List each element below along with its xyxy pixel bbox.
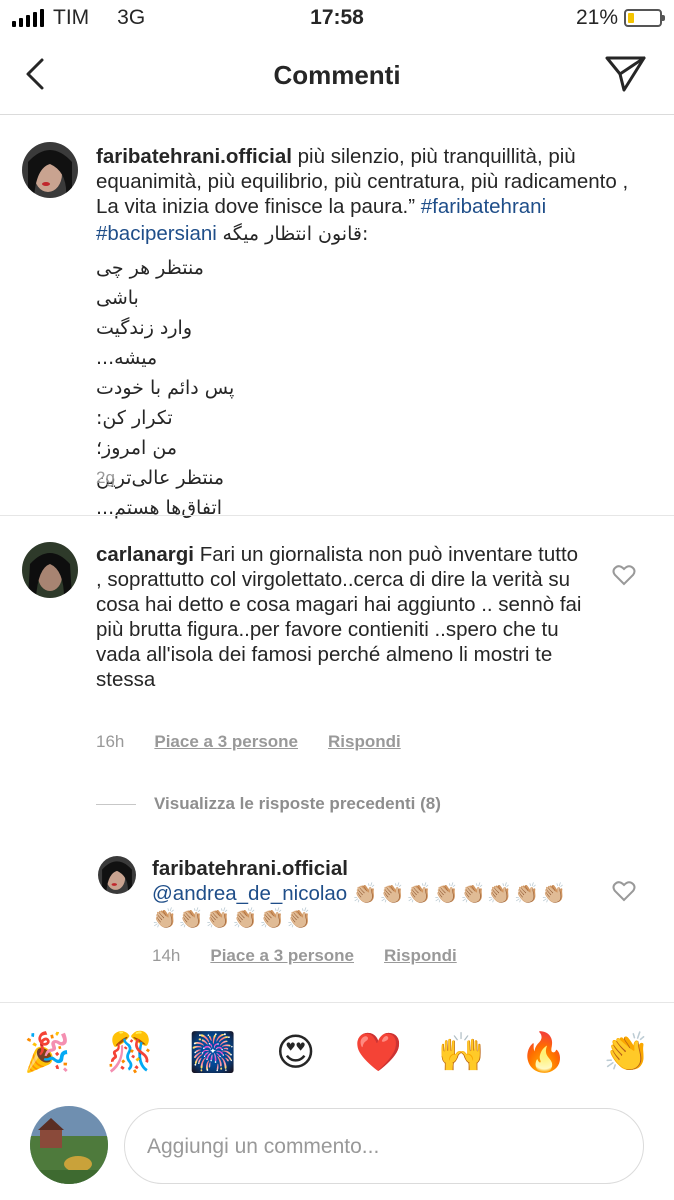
caption-fa-line: منتظر عالی‌ترین [96,467,225,489]
comment-item: carlanargi Fari un giornalista non può i… [0,516,674,776]
likes-link[interactable]: Piace a 3 persone [210,946,354,966]
divider-line [96,803,136,805]
emoji-button[interactable]: ❤️ [348,1030,408,1075]
share-button[interactable] [604,54,648,94]
emoji-button[interactable]: 🙌 [431,1030,491,1075]
caption-username[interactable]: faribatehrani.official [96,145,292,168]
clock: 17:58 [310,6,364,29]
reply-item: faribatehrani.official @andrea_de_nicola… [0,846,674,976]
reply-username[interactable]: faribatehrani.official [152,856,582,881]
battery-level-fill [628,13,635,23]
emoji-button[interactable]: 🎊 [100,1030,160,1075]
battery-percent: 21% [575,6,618,29]
comment-input[interactable]: Aggiungi un commento... [124,1108,644,1184]
avatar[interactable] [98,856,136,894]
profile-photo-icon [98,856,136,894]
reply-button[interactable]: Rispondi [328,732,401,752]
emoji-button[interactable]: 🎆 [183,1030,243,1075]
avatar[interactable] [22,142,78,198]
divider [0,1002,674,1003]
caption-fa-line: پس دائم با خودت تکرار کن: [96,377,235,429]
heart-icon[interactable] [612,564,636,586]
emoji-button[interactable]: 😍 [266,1030,326,1074]
emoji-button[interactable]: 🎉 [17,1030,77,1075]
emoji-button[interactable]: 🔥 [514,1030,574,1075]
caption-fa-line: وارد زندگیت میشه... [96,317,193,369]
comment-composer: Aggiungi un commento... [0,1102,674,1192]
hashtag-link[interactable]: #bacipersiani [96,222,217,245]
comment-input-placeholder: Aggiungi un commento... [147,1135,380,1158]
page-title: Commenti [273,60,401,90]
caption-fa-line: من امروز؛ [96,437,178,459]
avatar [30,1106,108,1184]
status-bar: TIM 3G 17:58 21% [0,0,674,38]
header: Commenti [0,38,674,115]
battery-icon [624,9,665,27]
heart-icon[interactable] [612,880,636,902]
emoji-button[interactable]: 👏 [597,1030,657,1075]
view-previous-label: Visualizza le risposte precedenti (8) [154,794,441,813]
caption-fa-line: قانون انتظار میگه: [222,223,369,245]
avatar[interactable] [22,542,78,598]
profile-photo-icon [22,542,78,598]
emoji-quick-bar: 🎉 🎊 🎆 😍 ❤️ 🙌 🔥 👏 [0,1020,674,1084]
profile-photo-icon [30,1106,108,1184]
post-caption: faribatehrani.official più silenzio, più… [0,114,674,519]
paper-plane-icon [605,56,646,92]
reply-timestamp: 14h [152,946,181,965]
caption-timestamp: 2g [96,468,115,487]
reply-button[interactable]: Rispondi [384,946,457,966]
comment-username[interactable]: carlanargi [96,543,194,566]
likes-link[interactable]: Piace a 3 persone [154,732,298,752]
mention-link[interactable]: @andrea_de_nicolao [152,882,347,905]
view-previous-replies[interactable]: Visualizza le risposte precedenti (8) [96,794,441,814]
profile-photo-icon [22,142,78,198]
hashtag-link[interactable]: #faribatehrani [421,195,546,218]
caption-fa-line: منتظر هر چی باشی [96,257,204,309]
comment-timestamp: 16h [96,732,125,751]
